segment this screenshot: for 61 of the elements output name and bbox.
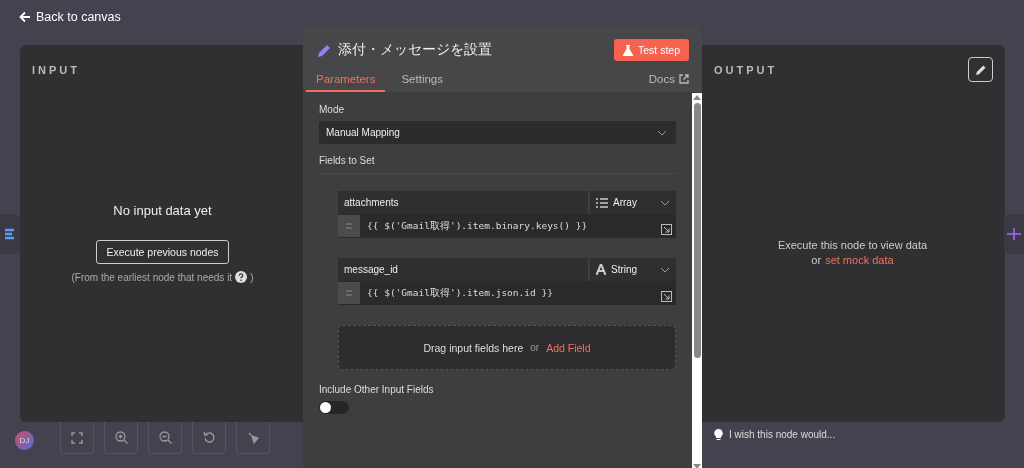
undo-icon	[202, 431, 216, 444]
field-name-input[interactable]: message_id	[338, 258, 588, 281]
chevron-down-icon	[660, 266, 670, 273]
drop-zone[interactable]: Drag input fields here or Add Field	[338, 325, 676, 370]
zoom-out-button[interactable]	[148, 422, 182, 454]
docs-link[interactable]: Docs	[648, 73, 689, 92]
hint-text: (From the earliest node that needs it	[71, 271, 233, 283]
panel-title: OUTPUT	[714, 63, 778, 76]
expand-icon[interactable]	[661, 290, 672, 302]
edit-button[interactable]	[968, 57, 993, 82]
external-link-icon	[679, 74, 689, 84]
fit-view-button[interactable]	[60, 422, 94, 454]
empty-state-heading: No input data yet	[113, 203, 212, 218]
field-label: Include Other Input Fields	[319, 384, 435, 395]
clear-button[interactable]	[236, 422, 270, 454]
zoom-out-icon	[158, 431, 172, 444]
zoom-in-icon	[114, 431, 128, 444]
expand-icon[interactable]	[661, 223, 672, 235]
feedback-link[interactable]: I wish this node would...	[700, 422, 1005, 440]
back-arrow-icon	[19, 11, 31, 23]
side-tab[interactable]	[0, 214, 20, 254]
drop-zone-text: Drag input fields here	[423, 341, 524, 354]
scrollbar[interactable]	[692, 93, 702, 468]
zoom-in-button[interactable]	[104, 422, 138, 454]
field-label: Mode	[319, 104, 345, 115]
scroll-up-icon[interactable]	[693, 95, 701, 100]
dialog-title: 添付・メッセージを設置	[338, 41, 492, 59]
flask-icon	[622, 44, 633, 56]
add-field-link[interactable]: Add Field	[546, 341, 591, 354]
back-link[interactable]: Back to canvas	[19, 10, 121, 24]
lightbulb-icon	[714, 429, 723, 440]
toggle-switch[interactable]	[319, 401, 349, 414]
side-tab[interactable]	[1004, 214, 1024, 254]
tab[interactable]: Settings	[391, 67, 453, 92]
pencil-icon	[974, 63, 987, 76]
help-icon[interactable]	[235, 271, 248, 283]
scroll-thumb[interactable]	[693, 103, 701, 358]
chevron-down-icon	[657, 129, 667, 136]
field-label: Fields to Set	[319, 155, 376, 166]
equals-icon	[338, 215, 360, 237]
separator-text: or	[811, 253, 822, 266]
equals-icon	[338, 282, 360, 304]
set-mock-data-link[interactable]: set mock data	[825, 253, 894, 266]
chevron-down-icon	[660, 199, 670, 206]
reset-button[interactable]	[192, 422, 226, 454]
string-type-icon	[596, 264, 606, 275]
panel-title: INPUT	[31, 63, 81, 76]
separator-text: or	[530, 342, 540, 353]
plus-icon	[1007, 227, 1021, 241]
scroll-down-icon[interactable]	[693, 464, 701, 468]
fit-view-icon	[71, 431, 83, 444]
list-icon	[596, 197, 608, 208]
execute-previous-nodes-button[interactable]: Execute previous nodes	[96, 240, 229, 264]
mode-select[interactable]: Manual Mapping	[319, 121, 676, 144]
user-avatar[interactable]: DJ	[15, 430, 34, 450]
hint-text: )	[250, 271, 254, 283]
empty-state-message: Execute this node to view data	[777, 238, 928, 251]
type-select[interactable]: String	[590, 258, 676, 281]
pencil-icon	[317, 42, 332, 58]
type-select[interactable]: Array	[590, 191, 676, 214]
field-name-input[interactable]: attachments	[338, 191, 588, 214]
